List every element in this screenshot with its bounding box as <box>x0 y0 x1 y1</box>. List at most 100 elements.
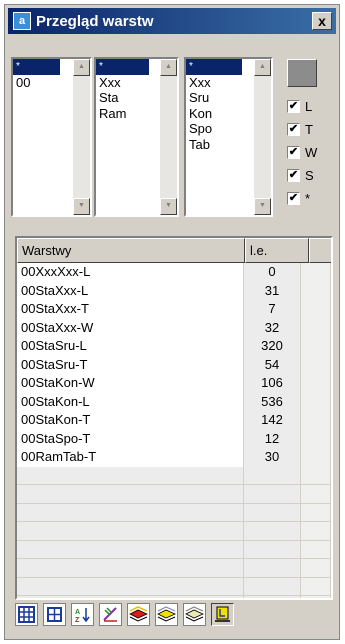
checkbox[interactable]: ✔ <box>287 191 300 205</box>
checkbox-row[interactable]: ✔ T <box>287 120 313 138</box>
grid-icon <box>18 606 35 623</box>
checkbox-label: * <box>305 190 311 206</box>
layer-plain-button[interactable] <box>183 603 206 626</box>
empty-row <box>17 577 331 596</box>
list-item[interactable]: 00 <box>13 75 60 91</box>
checkbox[interactable]: ✔ <box>287 99 300 113</box>
grid-small-button[interactable] <box>43 603 66 626</box>
table-row[interactable]: 00StaKon-T 142 <box>17 411 331 430</box>
scroll-up-icon[interactable]: ▲ <box>160 59 177 76</box>
layer-name: 00StaSru-T <box>17 355 244 374</box>
sort-icon: A Z <box>75 608 90 623</box>
table-cell <box>301 355 331 374</box>
empty-row <box>17 596 331 598</box>
layer-name: 00StaKon-T <box>17 411 244 430</box>
list-item[interactable]: Xxx <box>186 75 242 91</box>
layer-name: 00StaSru-L <box>17 337 244 356</box>
layer-count: 32 <box>244 318 301 337</box>
empty-row <box>17 503 331 522</box>
export-layer-button[interactable] <box>211 603 234 626</box>
list-item[interactable]: Kon <box>186 106 242 122</box>
table-cell <box>301 263 331 282</box>
layer-count: 30 <box>244 448 301 467</box>
column-header-layers[interactable]: Warstwy <box>17 238 245 263</box>
checkbox-row[interactable]: ✔ S <box>287 166 314 184</box>
table-header: Warstwy l.e. <box>17 238 331 263</box>
color-swatch-button[interactable] <box>287 59 317 87</box>
list-item[interactable]: Tab <box>186 137 242 153</box>
layer-name: 00StaKon-L <box>17 392 244 411</box>
table-cell <box>301 281 331 300</box>
list-item[interactable]: Spo <box>186 121 242 137</box>
empty-row <box>17 559 331 578</box>
table-row[interactable]: 00XxxXxx-L 0 <box>17 263 331 282</box>
table-cell <box>301 337 331 356</box>
list-item[interactable]: Xxx <box>96 75 149 91</box>
checkbox[interactable]: ✔ <box>287 145 300 159</box>
table-row[interactable]: 00StaXxx-T 7 <box>17 300 331 319</box>
list-item[interactable]: * <box>96 59 149 75</box>
column-header-extra[interactable] <box>309 238 331 263</box>
list-item[interactable]: * <box>186 59 242 75</box>
layer-yellow-button[interactable] <box>155 603 178 626</box>
layer-red-button[interactable] <box>127 603 150 626</box>
table-cell <box>301 392 331 411</box>
table-row[interactable]: 00StaKon-W 106 <box>17 374 331 393</box>
table-cell <box>301 411 331 430</box>
list-item[interactable]: Sru <box>186 90 242 106</box>
scroll-down-icon[interactable]: ▼ <box>73 198 90 215</box>
list-item[interactable]: Sta <box>96 90 149 106</box>
list-scrollbar[interactable]: ▲ ▼ <box>73 59 90 215</box>
layer-name: 00XxxXxx-L <box>17 263 244 282</box>
list-item[interactable]: Ram <box>96 106 149 122</box>
layer-name: 00StaSpo-T <box>17 429 244 448</box>
table-row[interactable]: 00StaXxx-W 32 <box>17 318 331 337</box>
edit-layers-button[interactable] <box>99 603 122 626</box>
list-scrollbar[interactable]: ▲ ▼ <box>160 59 177 215</box>
layer-count: 536 <box>244 392 301 411</box>
empty-row <box>17 485 331 504</box>
edit-layers-icon <box>103 607 117 622</box>
table-row[interactable]: 00StaSru-L 320 <box>17 337 331 356</box>
scroll-up-icon[interactable]: ▲ <box>73 59 90 76</box>
checkbox-label: S <box>305 167 314 183</box>
table-row[interactable]: 00RamTab-T 30 <box>17 448 331 467</box>
bottom-toolbar: A Z <box>15 603 234 629</box>
list-item[interactable]: * <box>13 59 60 75</box>
table-row[interactable]: 00StaXxx-L 31 <box>17 281 331 300</box>
title-bar[interactable]: a Przegląd warstw x <box>8 8 336 34</box>
layer-count: 54 <box>244 355 301 374</box>
scroll-down-icon[interactable]: ▼ <box>254 198 271 215</box>
checkbox-label: L <box>305 98 313 114</box>
table-row[interactable]: 00StaSpo-T 12 <box>17 429 331 448</box>
layer-count: 320 <box>244 337 301 356</box>
filter-list-2[interactable]: * Xxx Sta Ram ▲ ▼ <box>94 57 179 217</box>
checkbox[interactable]: ✔ <box>287 168 300 182</box>
grid-small-icon <box>47 607 62 622</box>
table-row[interactable]: 00StaSru-T 54 <box>17 355 331 374</box>
checkbox-row[interactable]: ✔ L <box>287 97 312 115</box>
layers-table[interactable]: Warstwy l.e. 00XxxXxx-L 0 00StaXxx-L 31 00… <box>15 236 333 600</box>
filter-list-1[interactable]: * 00 ▲ ▼ <box>11 57 92 217</box>
filter-list-3[interactable]: * Xxx Sru Kon Spo Tab ▲ ▼ <box>184 57 273 217</box>
close-button[interactable]: x <box>312 12 332 30</box>
layer-count: 31 <box>244 281 301 300</box>
column-header-count[interactable]: l.e. <box>245 238 309 263</box>
layer-count: 142 <box>244 411 301 430</box>
checkbox[interactable]: ✔ <box>287 122 300 136</box>
checkbox-row[interactable]: ✔ W <box>287 143 317 161</box>
list-scrollbar[interactable]: ▲ ▼ <box>254 59 271 215</box>
table-row[interactable]: 00StaKon-L 536 <box>17 392 331 411</box>
table-cell <box>301 300 331 319</box>
layer-count: 106 <box>244 374 301 393</box>
scroll-up-icon[interactable]: ▲ <box>254 59 271 76</box>
table-cell <box>301 429 331 448</box>
svg-text:A: A <box>75 609 80 616</box>
checkbox-row[interactable]: ✔ * <box>287 189 310 207</box>
scroll-down-icon[interactable]: ▼ <box>160 198 177 215</box>
sort-button[interactable]: A Z <box>71 603 94 626</box>
grid-button[interactable] <box>15 603 38 626</box>
empty-row <box>17 522 331 541</box>
layer-name: 00StaKon-W <box>17 374 244 393</box>
svg-text:Z: Z <box>75 617 80 623</box>
